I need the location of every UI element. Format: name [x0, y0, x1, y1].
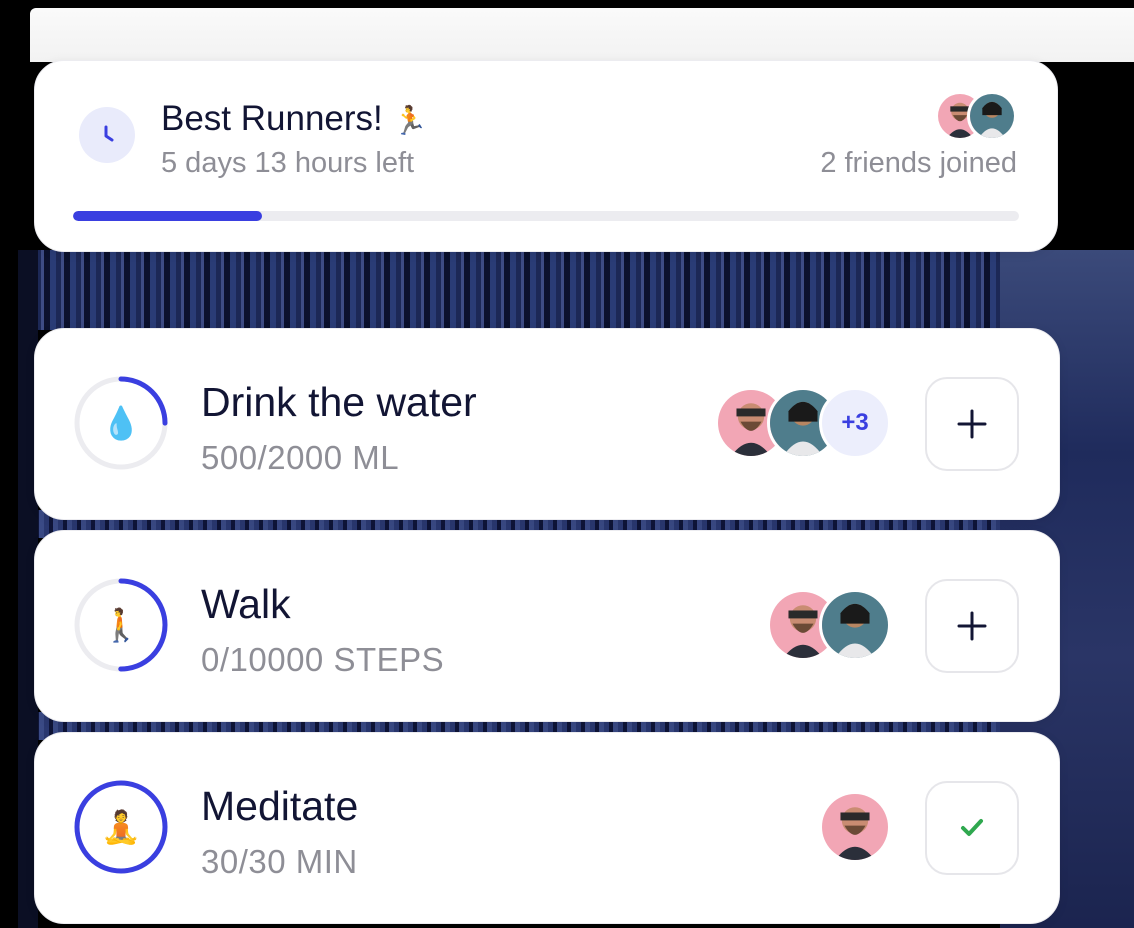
add-button[interactable] [925, 579, 1019, 673]
plus-icon [957, 409, 987, 439]
progress-ring: 💧 [73, 375, 169, 471]
done-button[interactable] [925, 781, 1019, 875]
habit-avatars: +3 [715, 387, 895, 459]
habit-value: 30/30 MIN [201, 843, 358, 880]
avatar [819, 791, 891, 863]
walking-person-icon: 🚶 [101, 606, 141, 644]
background-top [30, 8, 1134, 62]
add-button[interactable] [925, 377, 1019, 471]
habit-title: Walk [201, 581, 291, 627]
challenge-title-text: Best Runners! [161, 99, 383, 138]
habit-title: Meditate [201, 783, 359, 829]
habit-card-water[interactable]: 💧 Drink the water 500/2000 ML +3 [34, 328, 1060, 520]
progress-ring: 🚶 [73, 577, 169, 673]
avatar [967, 91, 1017, 141]
habit-avatars [767, 589, 895, 661]
challenge-title: Best Runners! 🏃 [161, 99, 427, 139]
more-friends-badge: +3 [819, 387, 891, 459]
plus-icon [957, 611, 987, 641]
habit-value: 500/2000 ML [201, 439, 400, 476]
challenge-progress-bar [73, 211, 1019, 221]
water-drop-icon: 💧 [101, 404, 141, 442]
habit-title: Drink the water [201, 379, 477, 425]
avatar [819, 589, 891, 661]
habit-avatars [819, 791, 895, 863]
habit-value: 0/10000 STEPS [201, 641, 445, 678]
challenge-progress-fill [73, 211, 263, 221]
background-noise-band [30, 250, 1134, 330]
clock-icon [79, 107, 135, 163]
habit-card-walk[interactable]: 🚶 Walk 0/10000 STEPS [34, 530, 1060, 722]
challenge-card[interactable]: Best Runners! 🏃 5 days 13 hours left 2 f… [34, 60, 1058, 252]
habit-card-meditate[interactable]: 🧘 Meditate 30/30 MIN [34, 732, 1060, 924]
check-icon [961, 819, 983, 836]
friends-joined-label: 2 friends joined [820, 147, 1017, 179]
challenge-time-left: 5 days 13 hours left [161, 147, 415, 179]
challenge-avatars [935, 91, 1017, 141]
meditation-icon: 🧘 [101, 808, 141, 846]
progress-ring: 🧘 [73, 779, 169, 875]
runner-emoji-icon: 🏃 [392, 104, 428, 137]
